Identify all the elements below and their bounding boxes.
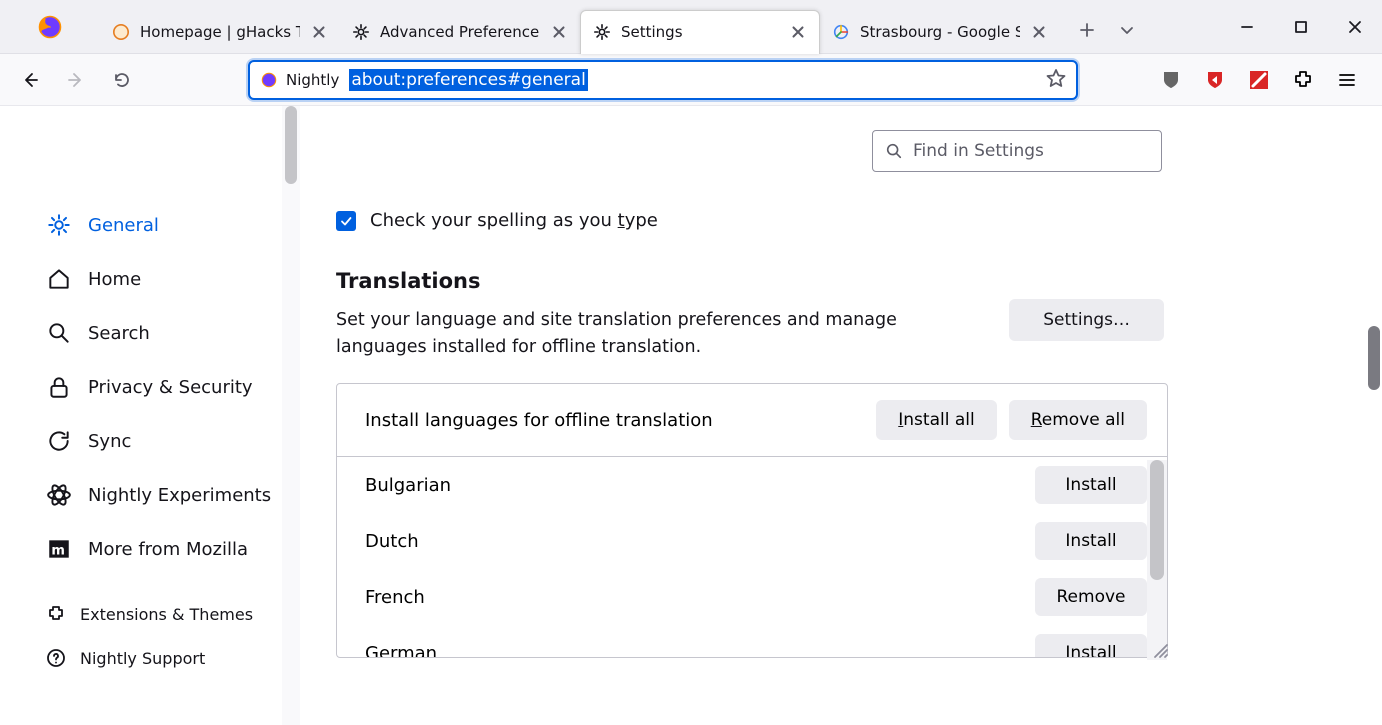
remove-language-button[interactable]: Remove [1035, 578, 1147, 616]
close-icon[interactable] [550, 23, 568, 41]
svg-text:m: m [51, 543, 65, 558]
tab-label: Strasbourg - Google Sea [860, 23, 1020, 41]
resize-grip-icon[interactable] [1149, 639, 1169, 659]
gear-icon [46, 212, 72, 238]
ublock-icon[interactable] [1160, 69, 1182, 91]
gear-icon [352, 23, 370, 41]
install-all-button[interactable]: Install all [876, 400, 996, 440]
install-language-button[interactable]: Install [1035, 634, 1147, 657]
sidebar-label: Sync [88, 431, 131, 452]
app-menu-button[interactable] [1336, 69, 1358, 91]
sidebar-item-experiments[interactable]: Nightly Experiments [46, 468, 290, 522]
question-icon [46, 648, 66, 668]
atom-icon [46, 482, 72, 508]
language-row: FrenchRemove [337, 569, 1167, 625]
sidebar-item-extensions-themes[interactable]: Extensions & Themes [46, 592, 290, 636]
sidebar-item-general[interactable]: General [46, 198, 290, 252]
tab-label: Homepage | gHacks Tech [140, 23, 300, 41]
url-bar[interactable]: Nightly about:preferences#general [248, 60, 1078, 100]
search-icon [46, 320, 72, 346]
window-close-button[interactable] [1328, 0, 1382, 54]
search-icon [885, 142, 903, 160]
sidebar-label: Search [88, 323, 150, 344]
sidebar-item-support[interactable]: Nightly Support [46, 636, 290, 680]
window-maximize-button[interactable] [1274, 0, 1328, 54]
language-name: Bulgarian [365, 475, 1035, 496]
language-name: French [365, 587, 1035, 608]
tab-advanced-prefs[interactable]: Advanced Preferences [340, 10, 580, 54]
language-row: BulgarianInstall [337, 457, 1167, 513]
url-text: about:preferences#general [349, 69, 587, 91]
sidebar-item-privacy[interactable]: Privacy & Security [46, 360, 290, 414]
all-tabs-button[interactable] [1118, 21, 1136, 43]
translations-settings-button[interactable]: Settings… [1009, 299, 1164, 341]
bookmark-star-icon[interactable] [1046, 68, 1066, 92]
tab-ghacks[interactable]: Homepage | gHacks Tech [100, 10, 340, 54]
sync-icon [46, 428, 72, 454]
tab-google-search[interactable]: Strasbourg - Google Sea [820, 10, 1060, 54]
google-icon [832, 23, 850, 41]
spellcheck-checkbox[interactable] [336, 211, 356, 231]
sidebar-item-home[interactable]: Home [46, 252, 290, 306]
noscript-icon[interactable] [1248, 69, 1270, 91]
close-icon[interactable] [310, 23, 328, 41]
sidebar-label: General [88, 215, 159, 236]
spellcheck-label: Check your spelling as you type [370, 210, 658, 231]
reload-button[interactable] [102, 60, 142, 100]
identity-label: Nightly [286, 71, 339, 89]
find-in-settings-input[interactable]: Find in Settings [872, 130, 1162, 172]
tab-label: Settings [621, 23, 779, 41]
extensions-icon[interactable] [1292, 69, 1314, 91]
install-language-button[interactable]: Install [1035, 466, 1147, 504]
gear-icon [593, 23, 611, 41]
sidebar-label: Nightly Support [80, 649, 205, 668]
language-name: German [365, 643, 1035, 658]
translations-description: Set your language and site translation p… [336, 307, 956, 361]
sidebar-item-more-mozilla[interactable]: m More from Mozilla [46, 522, 290, 576]
translations-heading: Translations [336, 269, 1354, 293]
sidebar-label: Privacy & Security [88, 377, 253, 398]
mozilla-icon: m [46, 536, 72, 562]
language-row: DutchInstall [337, 513, 1167, 569]
remove-all-button[interactable]: Remove all [1009, 400, 1147, 440]
language-row: GermanInstall [337, 625, 1167, 657]
app-logo [0, 0, 100, 53]
forward-button[interactable] [56, 60, 96, 100]
puzzle-icon [46, 604, 66, 624]
install-language-button[interactable]: Install [1035, 522, 1147, 560]
offline-languages-label: Install languages for offline translatio… [365, 410, 864, 431]
sidebar-item-sync[interactable]: Sync [46, 414, 290, 468]
sidebar-label: Home [88, 269, 141, 290]
sidebar-item-search[interactable]: Search [46, 306, 290, 360]
search-placeholder: Find in Settings [913, 141, 1044, 161]
sidebar-scrollbar[interactable] [282, 106, 300, 725]
back-button[interactable] [10, 60, 50, 100]
close-icon[interactable] [789, 23, 807, 41]
page-scrollbar[interactable] [1366, 106, 1382, 725]
offline-languages-box: Install languages for offline translatio… [336, 383, 1168, 658]
lock-icon [46, 374, 72, 400]
close-icon[interactable] [1030, 23, 1048, 41]
language-name: Dutch [365, 531, 1035, 552]
tab-settings[interactable]: Settings [580, 10, 820, 54]
tab-label: Advanced Preferences [380, 23, 540, 41]
favicon-ghacks-icon [112, 23, 130, 41]
identity-box[interactable]: Nightly [260, 71, 339, 89]
sidebar-label: More from Mozilla [88, 539, 248, 560]
window-minimize-button[interactable] [1220, 0, 1274, 54]
sidebar-label: Nightly Experiments [88, 485, 271, 506]
sidebar-label: Extensions & Themes [80, 605, 253, 624]
shield-red-icon[interactable] [1204, 69, 1226, 91]
new-tab-button[interactable] [1078, 21, 1096, 43]
home-icon [46, 266, 72, 292]
